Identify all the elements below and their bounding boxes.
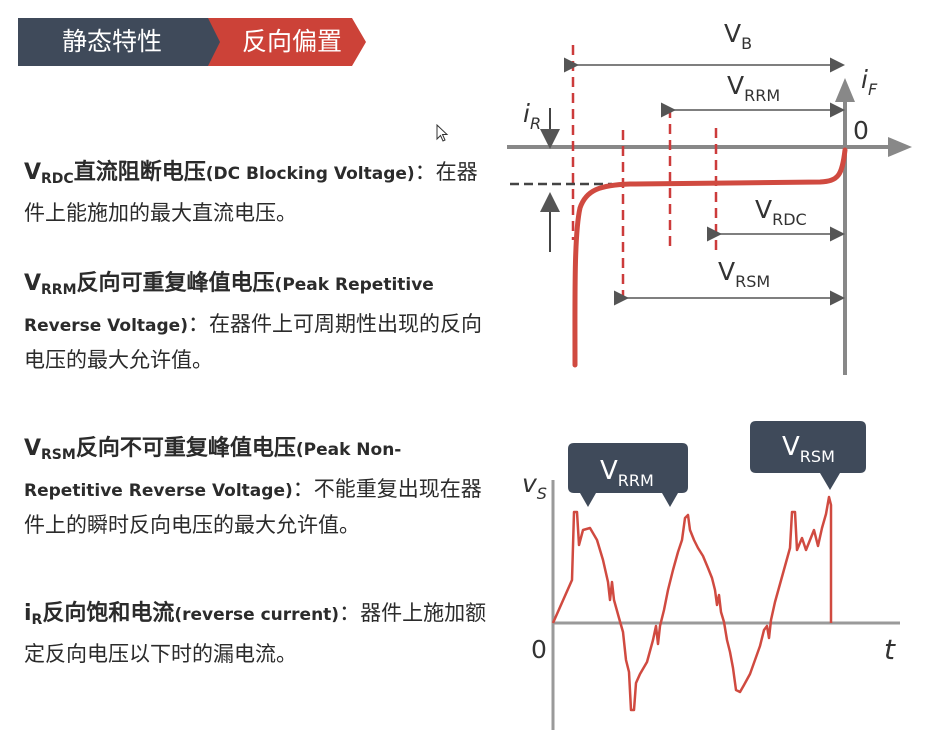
d2-label-t: t (884, 633, 895, 666)
d2-bubble-vrrm-label: VRRM (600, 456, 654, 490)
d2-waveform (551, 495, 833, 712)
d2-label-origin: 0 (531, 635, 547, 664)
diagram-voltage-waveform (551, 421, 900, 730)
d2-bubble-vrsm-label: VRSM (782, 432, 835, 466)
d2-label-vs: vS (522, 469, 547, 504)
